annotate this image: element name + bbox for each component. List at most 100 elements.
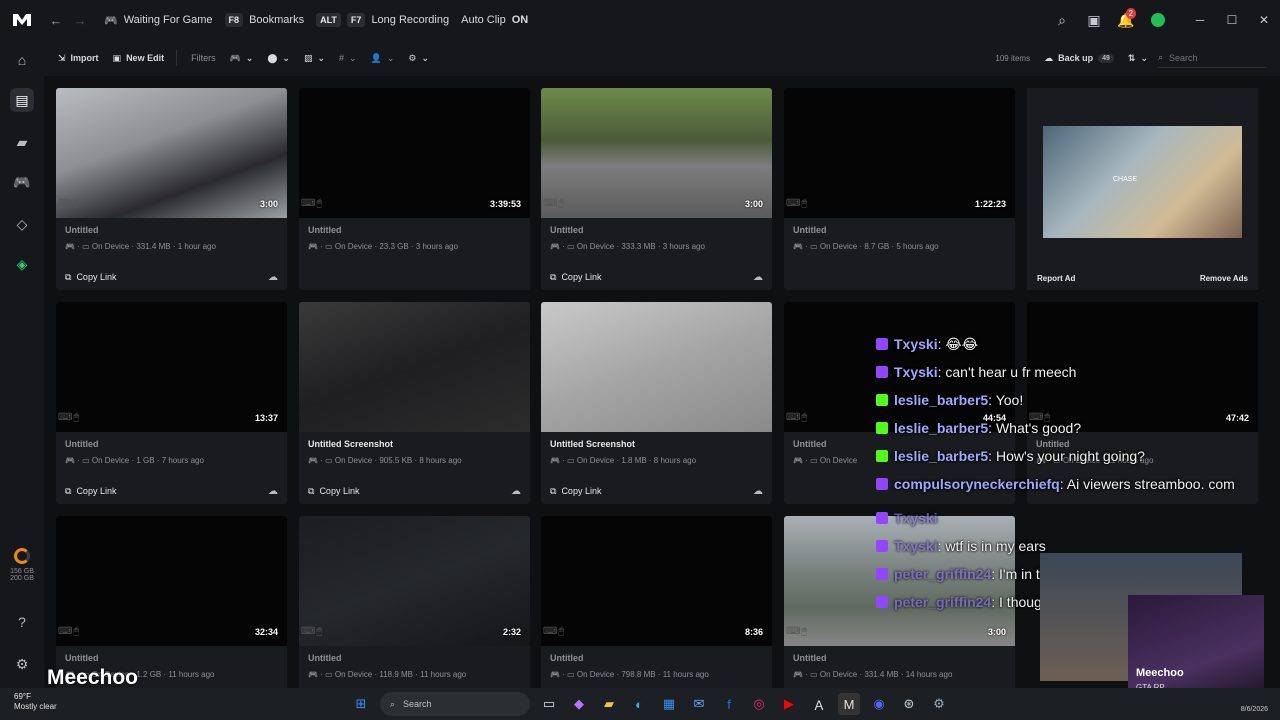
clip-card[interactable]: ⌨ 🖱 3:00 Untitled 🎮 · ▭ On Device · 333.…: [541, 88, 772, 290]
clip-title[interactable]: Untitled: [550, 653, 584, 663]
clip-title[interactable]: Untitled: [65, 225, 99, 235]
clip-title[interactable]: Untitled: [793, 653, 827, 663]
backup-button[interactable]: ☁ Back up 49: [1044, 53, 1114, 64]
mail-icon[interactable]: ✉: [688, 693, 710, 715]
medal-logo[interactable]: [0, 0, 44, 40]
chat-username: Txyski: [894, 336, 938, 352]
copilot-icon[interactable]: ◆: [568, 693, 590, 715]
backup-label: Back up: [1058, 53, 1094, 63]
library-icon[interactable]: ▤: [10, 88, 34, 112]
cloud-upload-icon[interactable]: ☁: [268, 272, 278, 283]
youtube-icon[interactable]: ▶: [778, 693, 800, 715]
storage-indicator[interactable]: 156 GB 200 GB: [0, 548, 44, 582]
copy-link-button[interactable]: ⧉ Copy Link: [65, 272, 116, 283]
search-input[interactable]: [1169, 52, 1250, 63]
ad-slot[interactable]: CHASE Report Ad Remove Ads: [1027, 88, 1258, 290]
media-type-filter-dropdown[interactable]: ▨ ⌄: [304, 53, 325, 64]
clip-card[interactable]: ⌨ 🖱 3:00 Untitled 🎮 · ▭ On Device · 331.…: [56, 88, 287, 290]
clip-card[interactable]: Untitled Screenshot 🎮 · ▭ On Device · 90…: [299, 302, 530, 504]
library-search[interactable]: ⌕: [1158, 48, 1266, 68]
settings-app-icon[interactable]: ⚙: [928, 693, 950, 715]
settings-filter-dropdown[interactable]: ⚙ ⌄: [408, 53, 429, 64]
long-recording-shortcut[interactable]: ALT F7 Long Recording: [316, 13, 449, 27]
clip-thumbnail[interactable]: ⌨ 🖱 2:32: [299, 516, 530, 646]
clip-thumbnail[interactable]: ⌨ 🖱 8:36: [541, 516, 772, 646]
tag-filter-dropdown[interactable]: # ⌄: [339, 53, 357, 64]
bookmarks-shortcut[interactable]: F8 Bookmarks: [224, 13, 304, 27]
premium-icon[interactable]: ◈: [10, 252, 34, 276]
clip-card[interactable]: Untitled Screenshot 🎮 · ▭ On Device · 1.…: [541, 302, 772, 504]
sort-dropdown[interactable]: ⇅ ⌄: [1128, 53, 1148, 64]
home-icon[interactable]: ⌂: [10, 48, 34, 72]
clip-title[interactable]: Untitled: [308, 653, 342, 663]
clip-footer: [299, 264, 530, 290]
discord-icon[interactable]: ◉: [868, 693, 890, 715]
clip-thumbnail[interactable]: ⌨ 🖱 3:00: [541, 88, 772, 218]
new-edit-button[interactable]: ▣ New Edit: [113, 53, 165, 64]
profile-status[interactable]: [1142, 0, 1174, 40]
copy-link-button[interactable]: ⧉ Copy Link: [550, 272, 601, 283]
settings-gear-icon[interactable]: ⚙: [10, 652, 34, 676]
ai-app-icon[interactable]: Ａ: [808, 693, 830, 715]
remove-ads-link[interactable]: Remove Ads: [1200, 274, 1248, 283]
chat-icon[interactable]: ▣: [1078, 0, 1110, 40]
instagram-icon[interactable]: ◎: [748, 693, 770, 715]
cloud-upload-icon[interactable]: ☁: [511, 486, 521, 497]
clip-title[interactable]: Untitled: [793, 439, 827, 449]
user-filter-dropdown[interactable]: 👤 ⌄: [371, 53, 395, 64]
clip-thumbnail[interactable]: [541, 302, 772, 432]
clip-card[interactable]: ⌨ 🖱 1:22:23 Untitled 🎮 · ▭ On Device · 8…: [784, 88, 1015, 290]
copy-link-button[interactable]: ⧉ Copy Link: [65, 486, 116, 497]
search-icon[interactable]: ⌕: [1046, 0, 1078, 40]
clip-title[interactable]: Untitled Screenshot: [550, 439, 635, 449]
copy-link-button[interactable]: ⧉ Copy Link: [550, 486, 601, 497]
bell-icon[interactable]: 🔔 2: [1110, 0, 1142, 40]
minimize-icon[interactable]: ─: [1184, 13, 1216, 27]
clip-thumbnail[interactable]: ⌨ 🖱 1:22:23: [784, 88, 1015, 218]
file-explorer-icon[interactable]: ▰: [598, 693, 620, 715]
facebook-icon[interactable]: f: [718, 693, 740, 715]
maximize-icon[interactable]: ☐: [1216, 13, 1248, 27]
clip-card[interactable]: ⌨ 🖱 2:32 Untitled 🎮 · ▭ On Device · 118.…: [299, 516, 530, 688]
report-ad-link[interactable]: Report Ad: [1037, 274, 1075, 283]
ad-image[interactable]: CHASE: [1043, 126, 1242, 238]
windows-start-icon[interactable]: ⊞: [350, 693, 372, 715]
clip-thumbnail[interactable]: ⌨ 🖱 3:00: [56, 88, 287, 218]
clip-title[interactable]: Untitled: [793, 225, 827, 235]
clip-title[interactable]: Untitled: [550, 225, 584, 235]
task-view-icon[interactable]: ▭: [538, 693, 560, 715]
cloud-upload-icon[interactable]: ☁: [753, 272, 763, 283]
cloud-upload-icon[interactable]: ☁: [268, 486, 278, 497]
import-button[interactable]: ⇲ Import: [58, 53, 99, 64]
back-icon[interactable]: ←: [44, 13, 68, 28]
game-filter-dropdown[interactable]: 🎮 ⌄: [230, 53, 254, 64]
clip-title[interactable]: Untitled: [65, 653, 99, 663]
auto-clip-toggle[interactable]: Auto Clip ON: [461, 14, 528, 26]
diamond-icon[interactable]: ◇: [10, 212, 34, 236]
clip-thumbnail[interactable]: ⌨ 🖱 13:37: [56, 302, 287, 432]
clip-thumbnail[interactable]: ⌨ 🖱 3:39:53: [299, 88, 530, 218]
close-icon[interactable]: ✕: [1248, 13, 1280, 27]
clip-card[interactable]: ⌨ 🖱 32:34 Untitled 🎮 · ▭ On Device · 1.2…: [56, 516, 287, 688]
clip-thumbnail[interactable]: [299, 302, 530, 432]
help-icon[interactable]: ?: [10, 610, 34, 634]
medal-taskbar-icon[interactable]: M: [838, 693, 860, 715]
taskbar-search[interactable]: ⌕ Search: [380, 692, 530, 716]
clip-card[interactable]: ⌨ 🖱 8:36 Untitled 🎮 · ▭ On Device · 798.…: [541, 516, 772, 688]
clip-thumbnail[interactable]: ⌨ 🖱 32:34: [56, 516, 287, 646]
location-filter-dropdown[interactable]: ⬤ ⌄: [267, 53, 290, 64]
store-icon[interactable]: ▦: [658, 693, 680, 715]
steam-icon[interactable]: ⊛: [898, 693, 920, 715]
games-icon[interactable]: 🎮: [10, 170, 34, 194]
cloud-upload-icon[interactable]: ☁: [753, 486, 763, 497]
clip-title[interactable]: Untitled: [65, 439, 99, 449]
copy-link-button[interactable]: ⧉ Copy Link: [308, 486, 359, 497]
forward-icon[interactable]: →: [68, 13, 92, 28]
weather-widget[interactable]: 69°F Mostly clear: [14, 692, 57, 712]
clip-card[interactable]: ⌨ 🖱 3:39:53 Untitled 🎮 · ▭ On Device · 2…: [299, 88, 530, 290]
folder-icon[interactable]: ▰: [10, 130, 34, 154]
clip-title[interactable]: Untitled Screenshot: [308, 439, 393, 449]
clip-title[interactable]: Untitled: [308, 225, 342, 235]
clip-card[interactable]: ⌨ 🖱 13:37 Untitled 🎮 · ▭ On Device · 1 G…: [56, 302, 287, 504]
edge-icon[interactable]: ◐: [628, 693, 650, 715]
